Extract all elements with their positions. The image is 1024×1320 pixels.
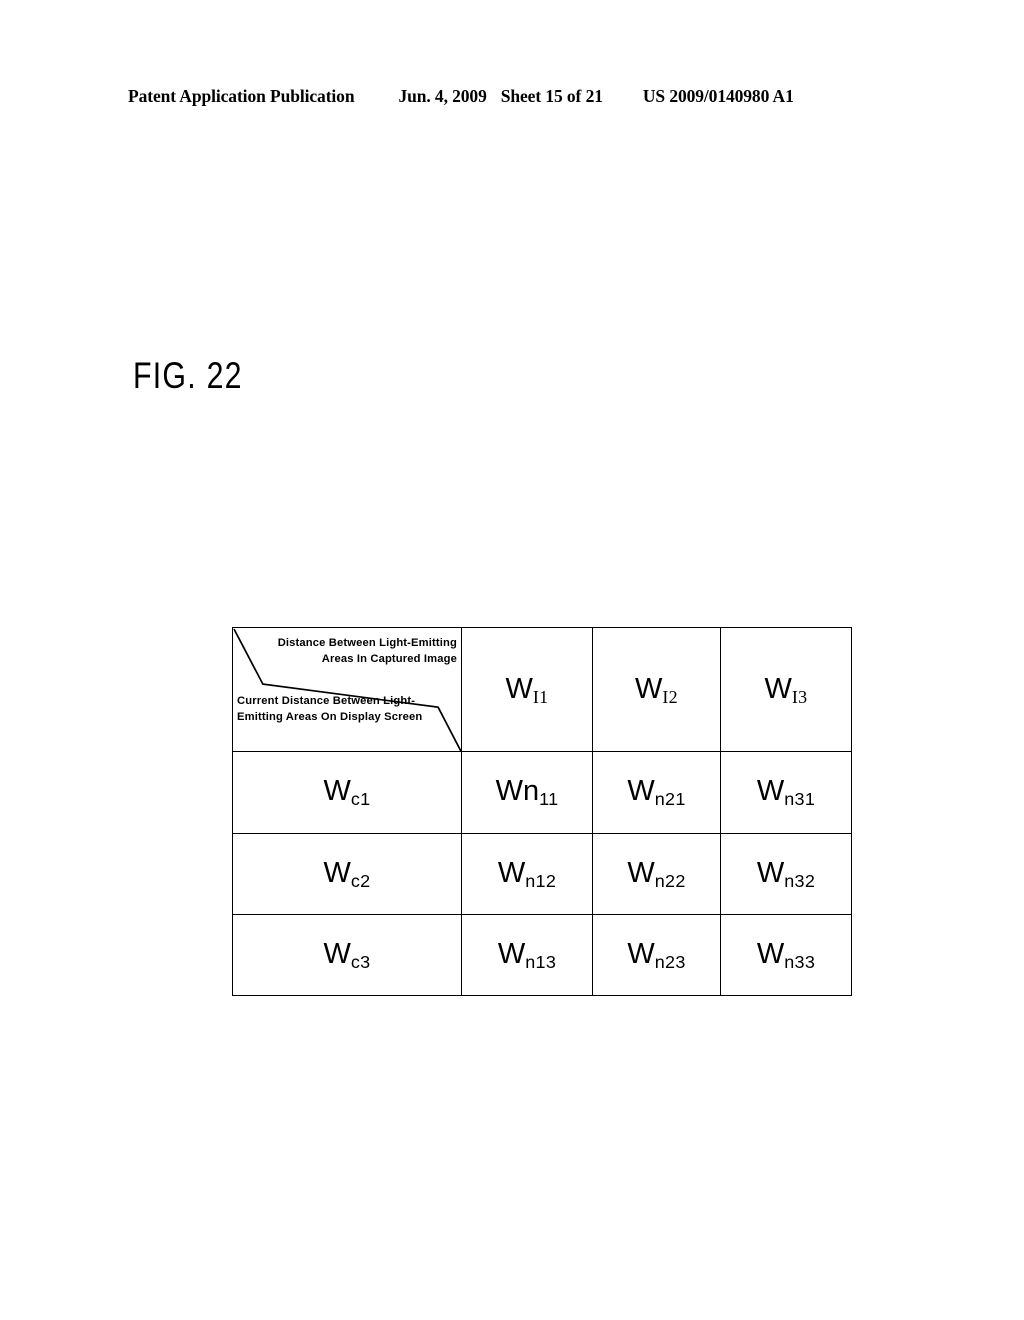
table-corner-cell: Distance Between Light-Emitting Areas In… — [232, 626, 462, 753]
cell-r2c3-sub: n32 — [784, 870, 816, 891]
row-label-1-base: W — [323, 775, 351, 808]
cell-r1c1-sub: 11 — [539, 789, 559, 810]
cell-r1c3-base: W — [756, 775, 785, 808]
cell-r1c1: Wn11 — [461, 751, 593, 834]
corner-lower-line2: Emitting Areas On Display Screen — [237, 710, 423, 723]
column-header-2: WI2 — [592, 626, 721, 753]
cell-r3c2: Wn23 — [592, 913, 721, 997]
cell-r1c2-base: W — [627, 775, 655, 808]
cell-r3c2-base: W — [627, 937, 655, 970]
corner-lower-label: Current Distance Between Light- Emitting… — [237, 694, 422, 726]
row-label-2: Wc2 — [232, 832, 462, 915]
row-label-1-sub: c1 — [350, 789, 371, 810]
figure-label: FIG. 22 — [133, 355, 243, 396]
cell-r2c2-base: W — [627, 856, 655, 889]
cell-r1c3-sub: n31 — [784, 789, 816, 810]
col-header-1-base: W — [505, 672, 533, 705]
cell-r2c3: Wn32 — [720, 832, 852, 915]
corner-lower-line1: Current Distance Between Light- — [237, 695, 416, 707]
cell-r2c2-sub: n22 — [654, 870, 686, 891]
table-header-row: Distance Between Light-Emitting Areas In… — [232, 626, 852, 753]
table-row: Wc3 Wn13 Wn23 Wn33 — [232, 913, 852, 997]
document-number: US 2009/0140980 A1 — [642, 86, 794, 106]
row-label-1: Wc1 — [232, 751, 462, 834]
cell-r3c1-base: W — [497, 937, 526, 970]
cell-r3c2-sub: n23 — [654, 951, 686, 972]
cell-r1c2-sub: n21 — [654, 789, 686, 810]
cell-r2c1-base: W — [497, 856, 526, 889]
row-label-3-base: W — [323, 937, 351, 970]
col-header-1-sub: I1 — [532, 686, 549, 707]
corner-upper-label: Distance Between Light-Emitting Areas In… — [278, 636, 457, 668]
row-label-3-sub: c3 — [350, 951, 371, 972]
cell-r3c3-base: W — [756, 937, 785, 970]
page-header: Patent Application Publication Jun. 4, 2… — [128, 86, 896, 107]
corner-upper-line2: Areas In Captured Image — [321, 652, 457, 665]
cell-r1c3: Wn31 — [720, 751, 852, 834]
cell-r2c1: Wn12 — [461, 832, 593, 915]
comparison-table: Distance Between Light-Emitting Areas In… — [232, 626, 852, 997]
row-label-3: Wc3 — [232, 913, 462, 997]
table-row: Wc2 Wn12 Wn22 Wn32 — [232, 832, 852, 915]
cell-r2c1-sub: n12 — [525, 870, 557, 891]
col-header-2-base: W — [635, 672, 663, 705]
cell-r3c1-sub: n13 — [525, 951, 557, 972]
publication-title: Patent Application Publication — [128, 86, 355, 106]
cell-r3c1: Wn13 — [461, 913, 593, 997]
cell-r1c1-base: Wn — [495, 775, 540, 808]
col-header-3-sub: I3 — [791, 686, 808, 707]
cell-r2c3-base: W — [756, 856, 785, 889]
publication-date: Jun. 4, 2009 — [398, 86, 487, 106]
cell-r3c3: Wn33 — [720, 913, 852, 997]
cell-r1c2: Wn21 — [592, 751, 721, 834]
column-header-1: WI1 — [461, 626, 593, 753]
col-header-3-base: W — [764, 672, 792, 705]
figure-table-container: Distance Between Light-Emitting Areas In… — [232, 626, 852, 997]
cell-r3c3-sub: n33 — [784, 951, 816, 972]
table-row: Wc1 Wn11 Wn21 Wn31 — [232, 751, 852, 834]
row-label-2-base: W — [323, 856, 351, 889]
col-header-2-sub: I2 — [662, 686, 678, 707]
sheet-number: Sheet 15 of 21 — [500, 86, 603, 106]
row-label-2-sub: c2 — [350, 870, 371, 891]
cell-r2c2: Wn22 — [592, 832, 721, 915]
column-header-3: WI3 — [720, 626, 852, 753]
corner-upper-line1: Distance Between Light-Emitting — [277, 637, 457, 649]
